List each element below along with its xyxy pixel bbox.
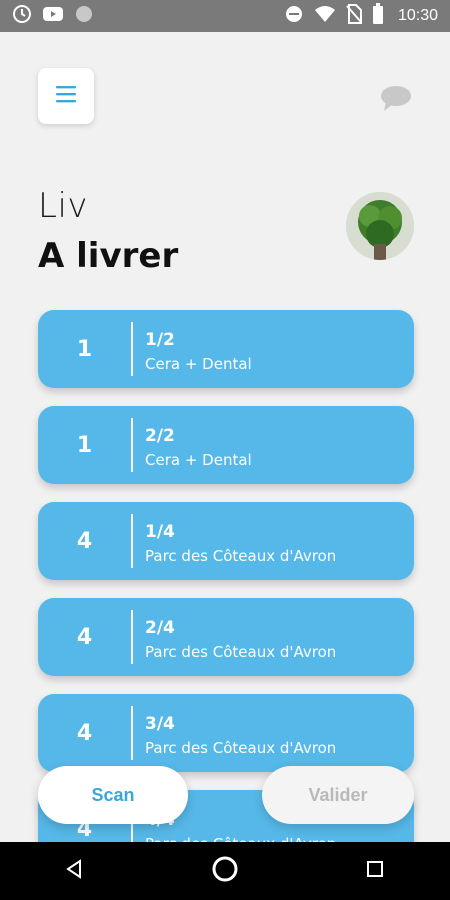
card-divider	[131, 514, 133, 568]
recents-button[interactable]	[345, 842, 405, 900]
navigation-bar	[0, 842, 450, 900]
sync-icon	[12, 4, 32, 28]
delivery-place: Cera + Dental	[145, 355, 252, 373]
delivery-count: 1	[76, 336, 93, 362]
delivery-place: Cera + Dental	[145, 451, 252, 469]
delivery-card[interactable]: 1 1/2 Cera + Dental	[38, 310, 414, 388]
avatar[interactable]	[346, 192, 414, 260]
youtube-icon	[42, 5, 64, 27]
no-sim-icon	[346, 4, 362, 28]
back-button[interactable]	[45, 842, 105, 900]
status-time: 10:30	[397, 7, 438, 24]
delivery-card[interactable]: 4 1/4 Parc des Côteaux d'Avron	[38, 502, 414, 580]
validate-button[interactable]: Valider	[262, 766, 414, 824]
status-bar-left	[12, 4, 94, 28]
home-circle-icon	[211, 855, 239, 887]
card-divider	[131, 322, 133, 376]
battery-icon	[372, 3, 384, 29]
back-triangle-icon	[65, 859, 85, 883]
circle-icon	[74, 4, 94, 28]
delivery-fraction: 2/4	[145, 618, 175, 638]
delivery-card[interactable]: 1 2/2 Cera + Dental	[38, 406, 414, 484]
delivery-place: Parc des Côteaux d'Avron	[145, 643, 337, 661]
delivery-fraction: 1/2	[145, 330, 175, 350]
do-not-disturb-icon	[284, 4, 304, 28]
recents-square-icon	[365, 859, 385, 883]
page-title: A livrer	[38, 236, 179, 276]
delivery-fraction: 1/4	[145, 522, 175, 542]
hamburger-menu-icon	[54, 82, 78, 110]
delivery-card[interactable]: 4 2/4 Parc des Côteaux d'Avron	[38, 598, 414, 676]
delivery-count: 4	[76, 528, 93, 554]
status-bar: 10:30	[0, 0, 450, 32]
card-divider	[131, 706, 133, 760]
menu-button[interactable]	[38, 68, 94, 124]
scan-button[interactable]: Scan	[38, 766, 188, 824]
home-button[interactable]	[195, 842, 255, 900]
delivery-count: 1	[76, 432, 93, 458]
delivery-place: Parc des Côteaux d'Avron	[145, 547, 337, 565]
delivery-card[interactable]: 4 3/4 Parc des Côteaux d'Avron	[38, 694, 414, 772]
card-divider	[131, 418, 133, 472]
delivery-count: 4	[76, 720, 93, 746]
wifi-icon	[314, 5, 336, 27]
delivery-fraction: 2/2	[145, 426, 175, 446]
chat-bubble-icon[interactable]	[380, 84, 412, 112]
user-name: Liv	[38, 186, 89, 226]
delivery-fraction: 3/4	[145, 714, 175, 734]
card-divider	[131, 610, 133, 664]
status-bar-right: 10:30	[284, 3, 438, 29]
delivery-place: Parc des Côteaux d'Avron	[145, 739, 337, 757]
delivery-count: 4	[76, 624, 93, 650]
